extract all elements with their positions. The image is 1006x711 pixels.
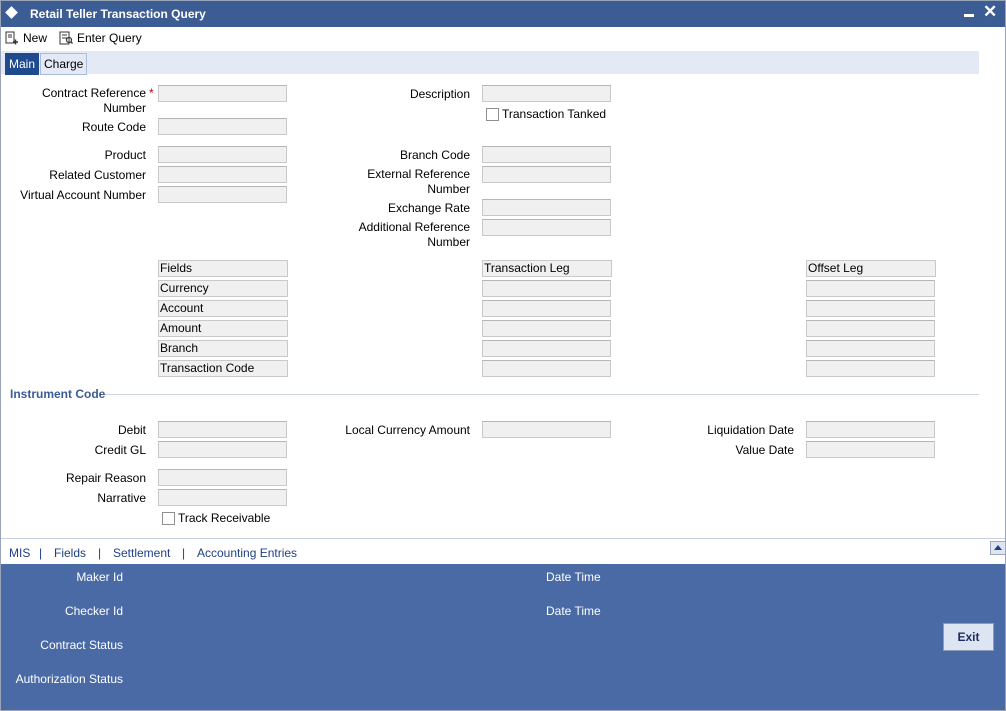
virtual-account-number-input[interactable] [158,186,287,203]
authorization-status-label: Authorization Status [15,672,123,686]
new-button-label: New [23,31,48,45]
new-button[interactable]: New [5,29,47,47]
additional-reference-input[interactable] [482,219,611,236]
window-title: Retail Teller Transaction Query [30,7,206,21]
exchange-rate-label: Exchange Rate [387,201,470,215]
checker-date-time-label: Date Time [546,604,601,618]
section-divider [105,394,979,395]
local-currency-amount-input[interactable] [482,421,611,438]
grid-row-label-amount: Amount [158,320,288,337]
narrative-input[interactable] [158,489,287,506]
exchange-rate-input[interactable] [482,199,611,216]
contract-reference-label: Contract Reference Number [21,86,146,116]
track-receivable-label: Track Receivable [178,511,271,525]
external-reference-label-line1: External Reference [367,167,470,181]
description-label: Description [409,87,470,101]
offset-leg-account-input[interactable] [806,300,935,317]
offset-leg-currency-input[interactable] [806,280,935,297]
grid-row-label-branch: Branch [158,340,288,357]
enter-query-label: Enter Query [77,31,142,45]
repair-reason-input[interactable] [158,469,287,486]
offset-leg-transaction-code-input[interactable] [806,360,935,377]
link-separator: | [98,546,102,560]
exit-button[interactable]: Exit [943,623,994,651]
offset-leg-amount-input[interactable] [806,320,935,337]
transaction-leg-currency-input[interactable] [482,280,611,297]
transaction-leg-amount-input[interactable] [482,320,611,337]
product-input[interactable] [158,146,287,163]
liquidation-date-label: Liquidation Date [707,423,794,437]
instrument-code-section-title: Instrument Code [10,387,106,401]
value-date-input[interactable] [806,441,935,458]
branch-code-label: Branch Code [399,148,470,162]
link-separator: | [39,546,43,560]
credit-gl-label: Credit GL [94,443,146,457]
transaction-leg-transaction-code-input[interactable] [482,360,611,377]
route-code-input[interactable] [158,118,287,135]
diamond-icon [5,6,18,19]
virtual-account-number-label: Virtual Account Number [20,188,146,202]
narrative-label: Narrative [97,491,146,505]
window-frame: Retail Teller Transaction Query ✕ New En… [0,0,1006,711]
route-code-label: Route Code [81,120,146,134]
link-separator: | [182,546,186,560]
grid-row-label-transaction-code: Transaction Code [158,360,288,377]
toolbar: New Enter Query [1,27,1005,49]
additional-reference-label: Additional Reference Number [331,220,470,250]
transaction-tanked-checkbox[interactable] [486,108,499,121]
description-input[interactable] [482,85,611,102]
track-receivable-checkbox[interactable] [162,512,175,525]
external-reference-label-line2: Number [427,182,470,196]
close-button[interactable]: ✕ [983,3,997,21]
subscreen-links-bar: MIS | Fields | Settlement | Accounting E… [1,538,1005,565]
additional-reference-label-line1: Additional Reference [358,220,470,234]
external-reference-input[interactable] [482,166,611,183]
value-date-label: Value Date [735,443,794,457]
grid-header-fields: Fields [158,260,288,277]
debit-label: Debit [117,423,146,437]
link-settlement[interactable]: Settlement [113,546,170,560]
enter-query-button[interactable]: Enter Query [59,29,142,47]
local-currency-amount-label: Local Currency Amount [345,423,470,437]
link-accounting-entries[interactable]: Accounting Entries [197,546,297,560]
tab-main[interactable]: Main [5,53,40,75]
debit-input[interactable] [158,421,287,438]
new-document-icon [5,31,18,45]
query-icon [59,31,73,45]
transaction-leg-account-input[interactable] [482,300,611,317]
audit-footer: Maker Id Checker Id Contract Status Auth… [1,564,1005,710]
title-bar: Retail Teller Transaction Query ✕ [1,1,1005,27]
contract-reference-label-line1: Contract Reference [41,86,146,100]
grid-header-transaction-leg: Transaction Leg [482,260,612,277]
credit-gl-input[interactable] [158,441,287,458]
link-fields[interactable]: Fields [54,546,86,560]
related-customer-label: Related Customer [49,168,146,182]
external-reference-label: External Reference Number [341,167,470,197]
maker-id-label: Maker Id [76,570,123,584]
grid-row-label-account: Account [158,300,288,317]
grid-row-label-currency: Currency [158,280,288,297]
contract-reference-input[interactable] [158,85,287,102]
offset-leg-branch-input[interactable] [806,340,935,357]
contract-status-label: Contract Status [40,638,123,652]
required-marker: * [149,86,154,100]
repair-reason-label: Repair Reason [65,471,146,485]
maker-date-time-label: Date Time [546,570,601,584]
minimize-button[interactable] [964,14,974,17]
link-mis[interactable]: MIS [9,546,30,560]
tab-bar: Main Charge [1,51,979,75]
grid-header-offset-leg: Offset Leg [806,260,936,277]
transaction-tanked-label: Transaction Tanked [502,107,607,121]
collapse-up-button[interactable] [990,541,1006,555]
checker-id-label: Checker Id [64,604,123,618]
contract-reference-label-line2: Number [103,101,146,115]
additional-reference-label-line2: Number [427,235,470,249]
product-label: Product [104,148,146,162]
transaction-leg-branch-input[interactable] [482,340,611,357]
related-customer-input[interactable] [158,166,287,183]
tab-charge[interactable]: Charge [40,53,88,75]
liquidation-date-input[interactable] [806,421,935,438]
branch-code-input[interactable] [482,146,611,163]
